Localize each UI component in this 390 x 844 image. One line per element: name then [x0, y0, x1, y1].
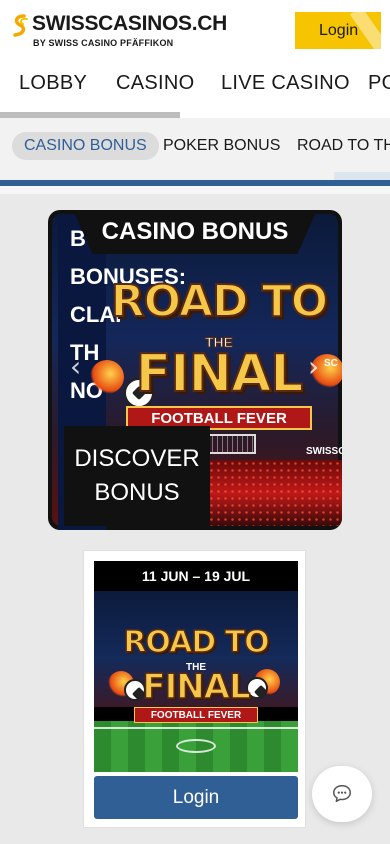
- logo-subtitle: BY SWISS CASINO PFÄFFIKON: [33, 38, 174, 48]
- hero-brand-mark-small: SC: [324, 358, 338, 369]
- card-ribbon: FOOTBALL FEVER: [134, 707, 258, 723]
- discover-bonus-button[interactable]: DISCOVER BONUS: [64, 426, 210, 526]
- header: SWISSCASINOS.CH BY SWISS CASINO PFÄFFIKO…: [0, 0, 390, 62]
- pitch-line: [94, 727, 298, 729]
- sub-nav: CASINO BONUS POKER BONUS ROAD TO THE: [0, 118, 390, 180]
- logo-mark-icon: [13, 14, 28, 37]
- promo-date-range: 11 JUN – 19 JUL: [94, 561, 298, 591]
- nav-item-live-casino[interactable]: LIVE CASINO: [221, 72, 350, 95]
- card-title-road-to: ROAD TO: [123, 624, 271, 661]
- hero-brand-mark: SWISSCASI: [306, 446, 342, 457]
- pitch-center-circle: [176, 739, 216, 753]
- nav-item-casino[interactable]: CASINO: [116, 72, 194, 95]
- promo-card: 11 JUN – 19 JUL ROAD TO THE FINAL FOOTBA…: [83, 550, 306, 828]
- chat-bubble-icon: [333, 785, 351, 803]
- card-pitch: [94, 721, 298, 772]
- promo-login-button[interactable]: Login: [94, 776, 298, 819]
- hero-banner[interactable]: B BONUSES: CLAI TH NO ROAD TO THE FINAL …: [48, 210, 342, 530]
- carousel-prev-icon[interactable]: ‹: [70, 350, 81, 383]
- divider: [0, 186, 390, 194]
- nav-item-poker[interactable]: PO: [368, 72, 390, 95]
- site-logo[interactable]: SWISSCASINOS.CH BY SWISS CASINO PFÄFFIKO…: [10, 12, 227, 52]
- subnav-item-poker-bonus[interactable]: POKER BONUS: [163, 132, 280, 160]
- main-nav: LOBBY CASINO LIVE CASINO PO: [0, 62, 390, 118]
- goal-icon: [206, 434, 256, 454]
- art-title-road-to: ROAD TO: [110, 275, 329, 328]
- header-login-button[interactable]: Login: [295, 12, 381, 49]
- hero-tag-casino-bonus: CASINO BONUS: [73, 210, 317, 254]
- logo-title: SWISSCASINOS.CH: [32, 12, 228, 35]
- promo-card-image[interactable]: 11 JUN – 19 JUL ROAD TO THE FINAL FOOTBA…: [94, 561, 298, 772]
- subnav-scroll-indicator[interactable]: [334, 172, 390, 180]
- chat-button[interactable]: [312, 766, 372, 822]
- discover-line-1: DISCOVER: [74, 445, 200, 472]
- subnav-item-casino-bonus[interactable]: CASINO BONUS: [12, 132, 159, 160]
- nav-item-lobby[interactable]: LOBBY: [19, 72, 87, 95]
- carousel-next-icon[interactable]: ›: [308, 350, 319, 383]
- art-title-final: FINAL: [135, 343, 305, 405]
- subnav-item-road-to-the-final[interactable]: ROAD TO THE: [297, 132, 390, 160]
- card-title-final: FINAL: [142, 666, 252, 708]
- discover-line-2: BONUS: [94, 479, 180, 506]
- header-login-label: Login: [319, 21, 359, 39]
